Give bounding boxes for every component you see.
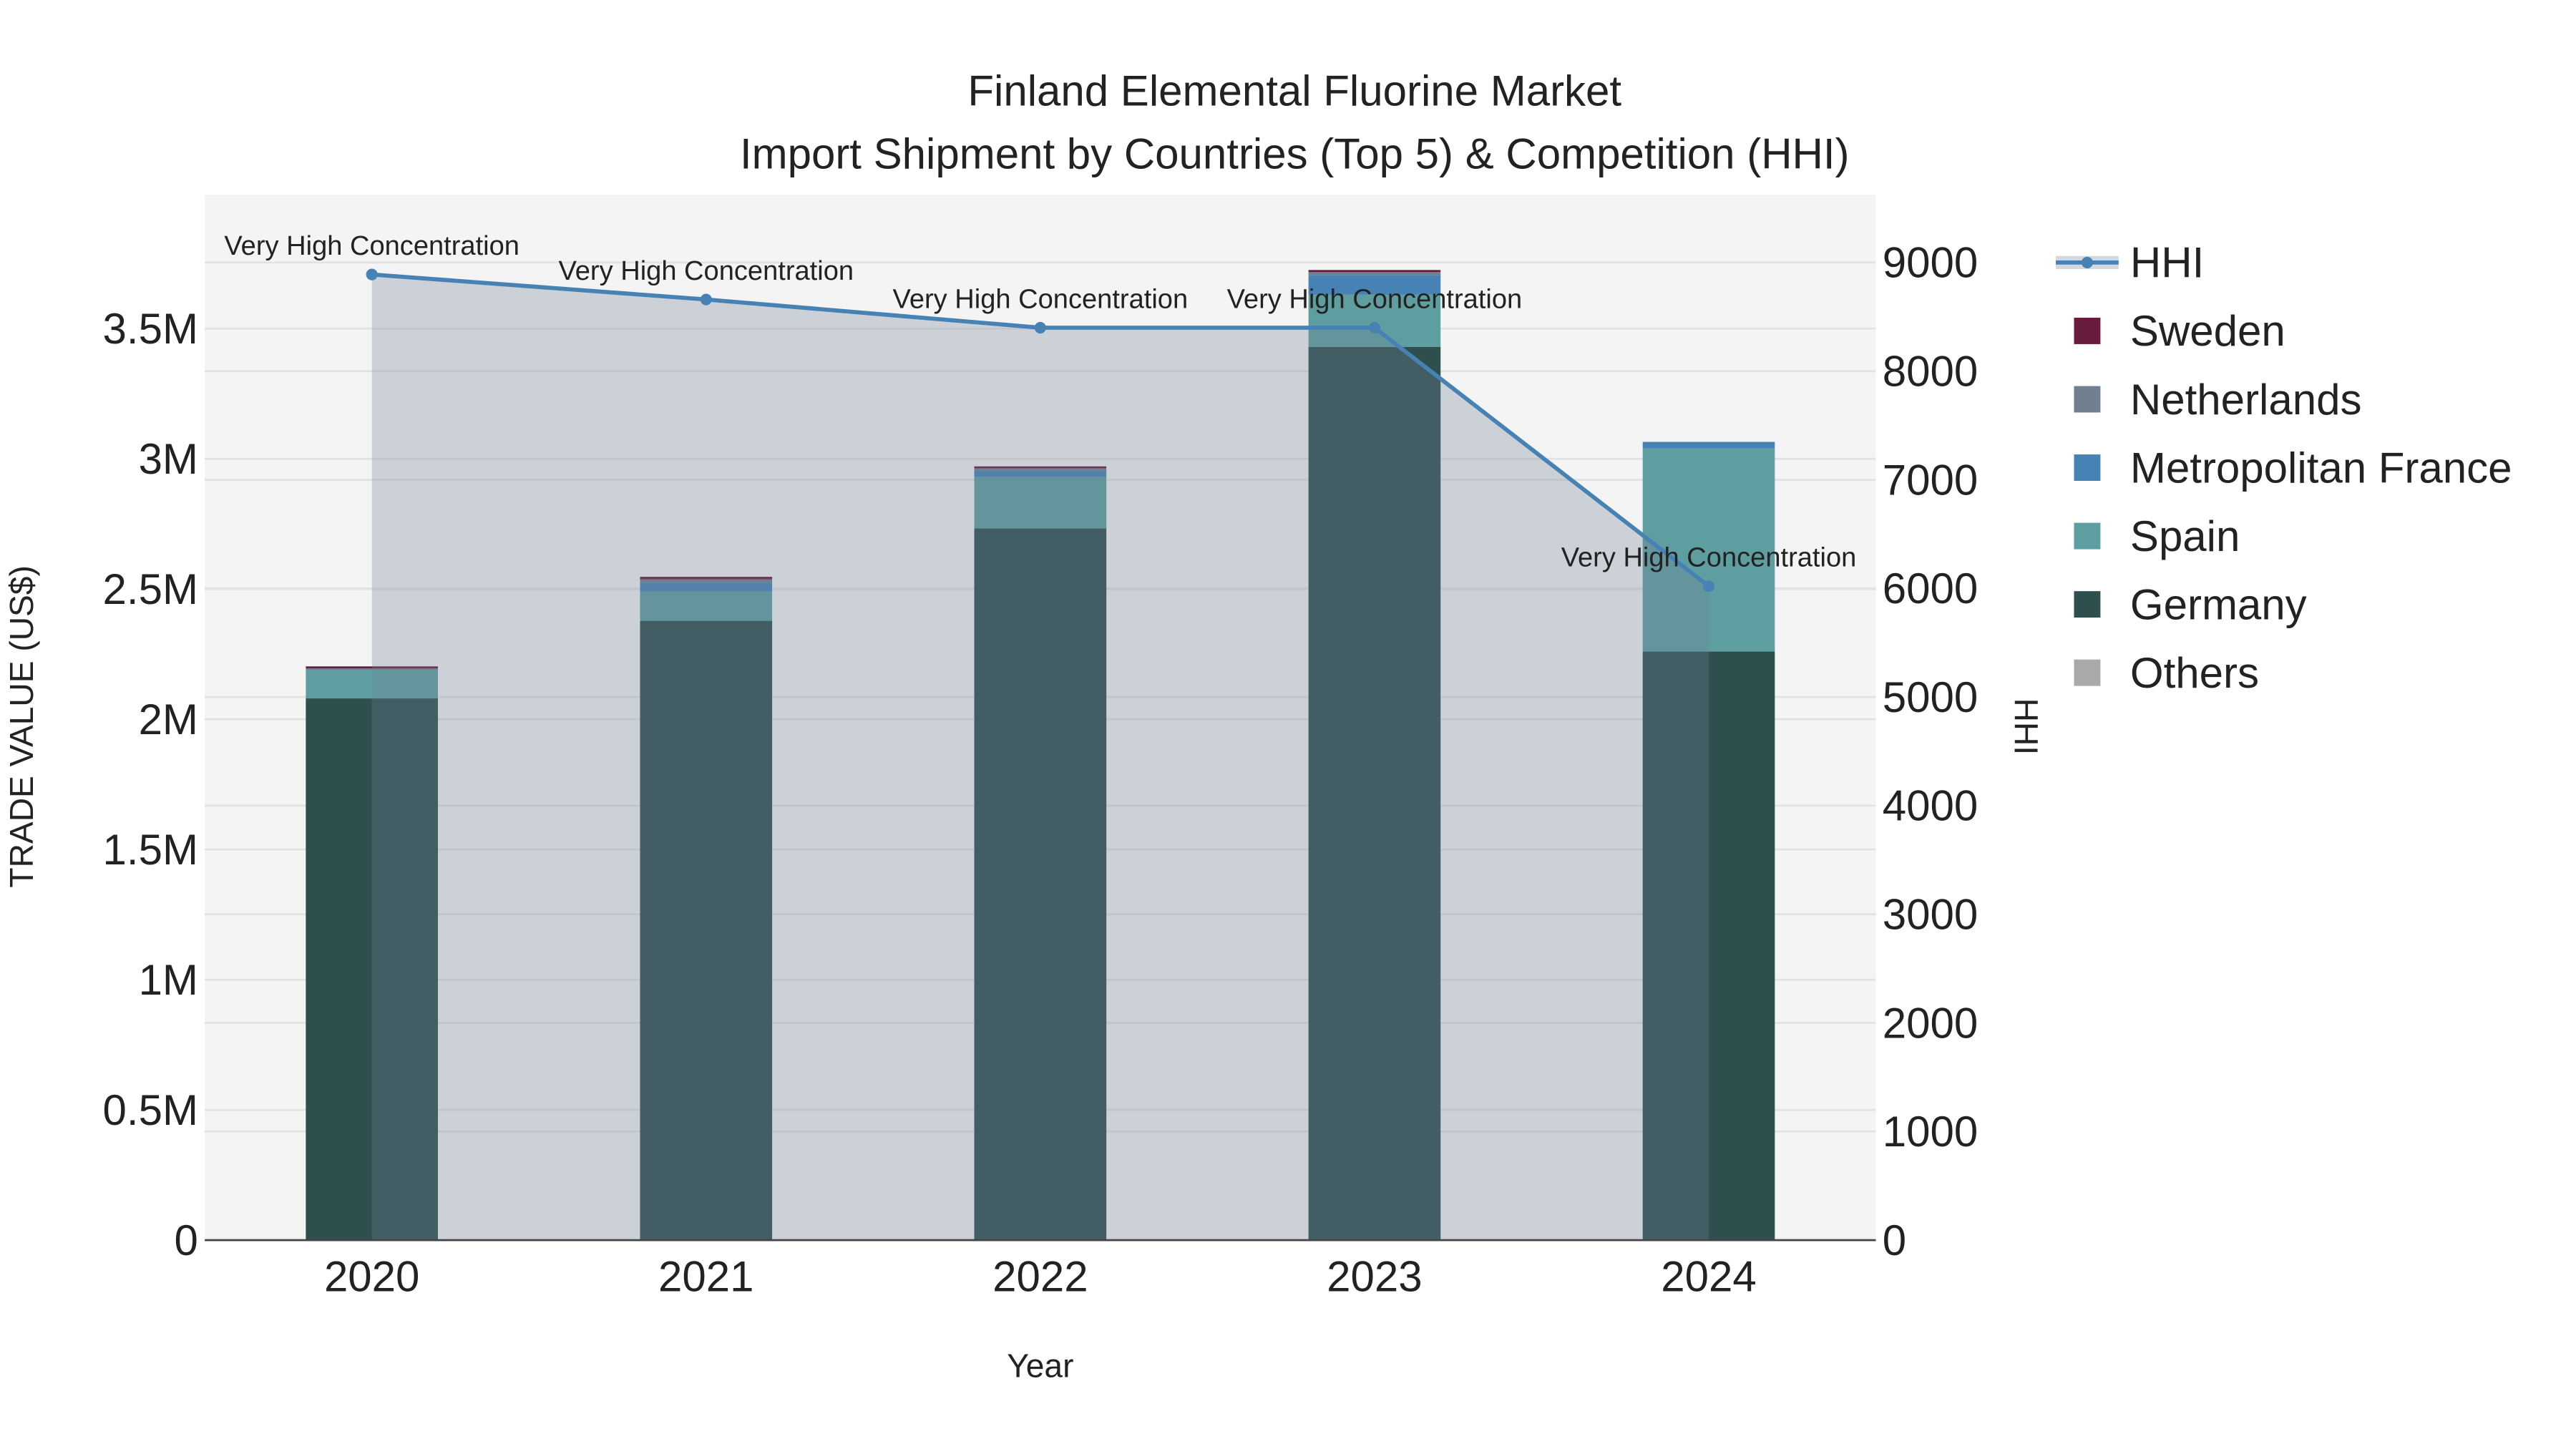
legend-label: Netherlands — [2130, 376, 2362, 424]
bar-metropolitan-france — [1642, 441, 1775, 449]
y-tick-label: 2M — [139, 696, 198, 743]
hhi-annotation: Very High Concentration — [1227, 284, 1523, 314]
hhi-annotation: Very High Concentration — [224, 231, 519, 261]
legend-label: Others — [2130, 649, 2259, 697]
x-axis-title: Year — [1007, 1347, 1073, 1385]
legend-label: Spain — [2130, 512, 2240, 560]
y-tick-label: 0.5M — [103, 1086, 198, 1134]
y-tick-label: 1.5M — [103, 826, 198, 874]
y2-tick-label: 1000 — [1883, 1108, 1978, 1156]
y-tick-label: 1M — [139, 956, 198, 1004]
legend-label: HHI — [2130, 239, 2204, 287]
hhi-annotation: Very High Concentration — [1561, 543, 1857, 573]
chart: 0 0.5M 1M 1.5M 2M 2.5M 3M 3.5M 0 1000 2000 3000 4000… — [0, 0, 2576, 1449]
legend-swatch — [2074, 386, 2101, 413]
x-tick-label: 2020 — [324, 1253, 419, 1301]
bar-sweden — [1308, 270, 1441, 273]
y2-tick-label: 4000 — [1883, 782, 1978, 830]
y2-tick-label: 0 — [1883, 1216, 1906, 1264]
y2-tick-label: 3000 — [1883, 890, 1978, 938]
y2-tick-label: 9000 — [1883, 239, 1978, 287]
hhi-point — [1034, 321, 1046, 334]
y-tick-label: 0 — [175, 1216, 198, 1264]
legend-swatch — [2074, 318, 2101, 344]
bar-netherlands — [1308, 272, 1441, 275]
y2-tick-label: 2000 — [1883, 999, 1978, 1047]
hhi-point — [1368, 321, 1380, 334]
y-tick-label: 3.5M — [103, 305, 198, 353]
y2-tick-label: 8000 — [1883, 347, 1978, 395]
y2-tick-label: 6000 — [1883, 565, 1978, 613]
y2-tick-label: 5000 — [1883, 673, 1978, 721]
hhi-point — [1702, 580, 1715, 592]
legend-swatch — [2074, 591, 2101, 618]
x-tick-label: 2022 — [992, 1253, 1088, 1301]
y-tick-label: 3M — [139, 435, 198, 483]
hhi-annotation: Very High Concentration — [558, 256, 854, 286]
legend-label: Sweden — [2130, 307, 2285, 355]
y2-tick-label: 7000 — [1883, 456, 1978, 504]
hhi-point — [700, 293, 712, 306]
x-tick-label: 2021 — [658, 1253, 753, 1301]
y2-axis-title: HHI — [2007, 698, 2044, 755]
y-tick-label: 2.5M — [103, 565, 198, 613]
legend-swatch — [2074, 522, 2101, 550]
legend-swatch — [2074, 659, 2101, 686]
y-axis-title: TRADE VALUE (US$) — [3, 565, 40, 887]
legend-marker-hhi — [2081, 256, 2093, 268]
chart-title-line2: Import Shipment by Countries (Top 5) & C… — [740, 130, 1850, 177]
x-tick-label: 2024 — [1661, 1253, 1756, 1301]
legend-label: Metropolitan France — [2130, 444, 2512, 492]
legend-swatch — [2074, 454, 2101, 481]
hhi-annotation: Very High Concentration — [893, 284, 1189, 314]
hhi-point — [366, 268, 378, 280]
chart-title-line1: Finland Elemental Fluorine Market — [967, 67, 1621, 115]
legend-label: Germany — [2130, 580, 2307, 628]
x-tick-label: 2023 — [1327, 1253, 1422, 1301]
